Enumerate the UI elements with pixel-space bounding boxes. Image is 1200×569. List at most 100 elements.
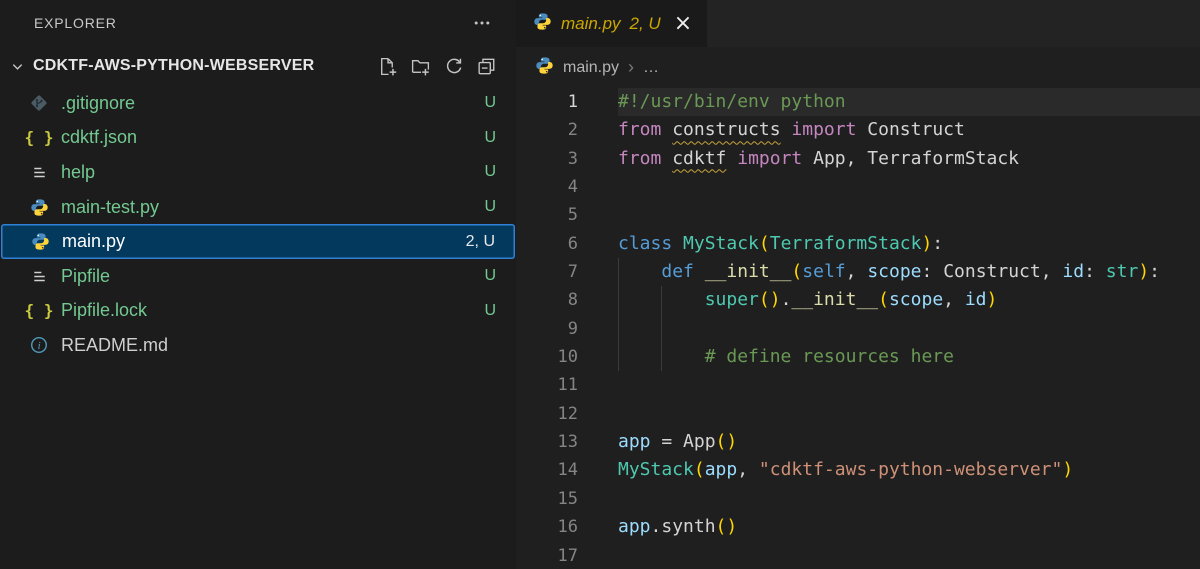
file-row-cdktf-json[interactable]: { } cdktf.json U xyxy=(0,121,516,156)
git-status-badge: U xyxy=(484,163,496,181)
svg-text:i: i xyxy=(38,341,41,353)
section-title: CDKTF-AWS-PYTHON-WEBSERVER xyxy=(33,57,314,75)
line-number: 14 xyxy=(516,456,578,484)
code-line-7[interactable]: 7 def __init__(self, scope: Construct, i… xyxy=(516,258,1200,286)
line-number: 5 xyxy=(516,201,578,229)
python-icon xyxy=(29,232,51,251)
breadcrumb: main.py › … xyxy=(516,47,1200,88)
git-status-badge: 2, U xyxy=(466,233,495,251)
text-icon xyxy=(28,267,50,286)
line-number: 17 xyxy=(516,542,578,569)
git-status-badge: U xyxy=(484,198,496,216)
line-number: 9 xyxy=(516,315,578,343)
code-line-17[interactable]: 17 xyxy=(516,542,1200,569)
code-editor[interactable]: 1 #!/usr/bin/env python2from constructs i… xyxy=(516,88,1200,569)
info-icon: i xyxy=(28,335,50,355)
line-content: def __init__(self, scope: Construct, id:… xyxy=(618,258,1160,286)
vscode-window: EXPLORER CDKTF-AWS-PYTHON-WEBSERVER xyxy=(0,0,1200,569)
file-row-help[interactable]: help U xyxy=(0,155,516,190)
indent-guide xyxy=(618,315,619,343)
file-name: cdktf.json xyxy=(61,127,137,148)
code-line-4[interactable]: 4 xyxy=(516,173,1200,201)
code-line-6[interactable]: 6 class MyStack(TerraformStack): xyxy=(516,230,1200,258)
code-line-2[interactable]: 2from constructs import Construct xyxy=(516,116,1200,144)
line-number: 8 xyxy=(516,286,578,314)
file-name: Pipfile.lock xyxy=(61,300,147,321)
text-icon xyxy=(28,163,50,182)
line-content: app = App() xyxy=(618,428,737,456)
breadcrumb-file[interactable]: main.py xyxy=(563,59,619,77)
line-number: 10 xyxy=(516,343,578,371)
python-icon xyxy=(533,12,552,36)
collapse-all-icon[interactable] xyxy=(474,54,498,78)
explorer-sidebar: EXPLORER CDKTF-AWS-PYTHON-WEBSERVER xyxy=(0,0,516,569)
code-line-11[interactable]: 11 xyxy=(516,371,1200,399)
new-folder-icon[interactable] xyxy=(408,54,432,78)
file-row-pipfile-lock[interactable]: { }Pipfile.lockU xyxy=(0,294,516,329)
explorer-header: EXPLORER xyxy=(0,0,516,46)
line-number: 1 xyxy=(516,88,578,116)
line-number: 11 xyxy=(516,371,578,399)
json-icon: { } xyxy=(28,128,50,147)
code-line-12[interactable]: 12 xyxy=(516,400,1200,428)
line-content: #!/usr/bin/env python xyxy=(618,88,846,116)
line-number: 12 xyxy=(516,400,578,428)
close-icon[interactable]: × xyxy=(674,13,692,35)
json-icon: { } xyxy=(28,301,50,320)
line-number: 6 xyxy=(516,230,578,258)
code-line-14[interactable]: 14 MyStack(app, "cdktf-aws-python-webserv… xyxy=(516,456,1200,484)
line-content: MyStack(app, "cdktf-aws-python-webserver… xyxy=(618,456,1073,484)
python-icon xyxy=(535,56,554,80)
breadcrumb-more[interactable]: … xyxy=(643,59,659,77)
file-row-readme-md[interactable]: i README.md xyxy=(0,328,516,363)
chevron-down-icon xyxy=(8,57,26,75)
code-line-9[interactable]: 9 xyxy=(516,315,1200,343)
line-content: # define resources here xyxy=(618,343,954,371)
git-status-badge: U xyxy=(484,267,496,285)
file-name: main-test.py xyxy=(61,197,159,218)
code-line-3[interactable]: 3 from cdktf import App, TerraformStack xyxy=(516,145,1200,173)
git-status-badge: U xyxy=(484,129,496,147)
section-actions xyxy=(375,54,498,78)
file-row-main-test-py[interactable]: main-test.py U xyxy=(0,190,516,225)
file-name: README.md xyxy=(61,335,168,356)
line-number: 4 xyxy=(516,173,578,201)
tab-bar: main.py 2, U × xyxy=(516,0,1200,47)
tab-main-py[interactable]: main.py 2, U × xyxy=(516,0,707,47)
code-line-1[interactable]: 1 #!/usr/bin/env python xyxy=(516,88,1200,116)
section-header[interactable]: CDKTF-AWS-PYTHON-WEBSERVER xyxy=(0,46,516,86)
tab-git-badge: 2, U xyxy=(630,14,661,34)
line-content: class MyStack(TerraformStack): xyxy=(618,230,943,258)
file-row--gitignore[interactable]: .gitignoreU xyxy=(0,86,516,121)
code-line-5[interactable]: 5 xyxy=(516,201,1200,229)
line-number: 7 xyxy=(516,258,578,286)
indent-guide xyxy=(661,315,662,343)
refresh-icon[interactable] xyxy=(441,54,465,78)
breadcrumb-separator-icon: › xyxy=(628,57,634,78)
explorer-title: EXPLORER xyxy=(34,15,117,31)
line-content: from cdktf import App, TerraformStack xyxy=(618,145,1019,173)
new-file-icon[interactable] xyxy=(375,54,399,78)
line-number: 16 xyxy=(516,513,578,541)
file-name: Pipfile xyxy=(61,266,110,287)
line-number: 2 xyxy=(516,116,578,144)
code-line-13[interactable]: 13app = App() xyxy=(516,428,1200,456)
line-content: super().__init__(scope, id) xyxy=(618,286,997,314)
code-line-15[interactable]: 15 xyxy=(516,485,1200,513)
line-number: 3 xyxy=(516,145,578,173)
file-name: help xyxy=(61,162,95,183)
tab-label: main.py xyxy=(561,14,621,34)
code-line-16[interactable]: 16 app.synth() xyxy=(516,513,1200,541)
file-row-main-py[interactable]: main.py 2, U xyxy=(1,224,515,259)
code-line-8[interactable]: 8 super().__init__(scope, id) xyxy=(516,286,1200,314)
line-content: app.synth() xyxy=(618,513,737,541)
line-number: 15 xyxy=(516,485,578,513)
code-line-10[interactable]: 10 # define resources here xyxy=(516,343,1200,371)
more-actions-icon[interactable] xyxy=(470,11,494,35)
file-name: main.py xyxy=(62,231,125,252)
git-status-badge: U xyxy=(484,94,496,112)
python-icon xyxy=(28,198,50,217)
file-row-pipfile[interactable]: Pipfile U xyxy=(0,259,516,294)
editor-group: main.py 2, U × main.py › … 1 #!/usr/bin/e… xyxy=(516,0,1200,569)
file-list: .gitignoreU { } cdktf.json Uhelp Umain-test.… xyxy=(0,86,516,569)
